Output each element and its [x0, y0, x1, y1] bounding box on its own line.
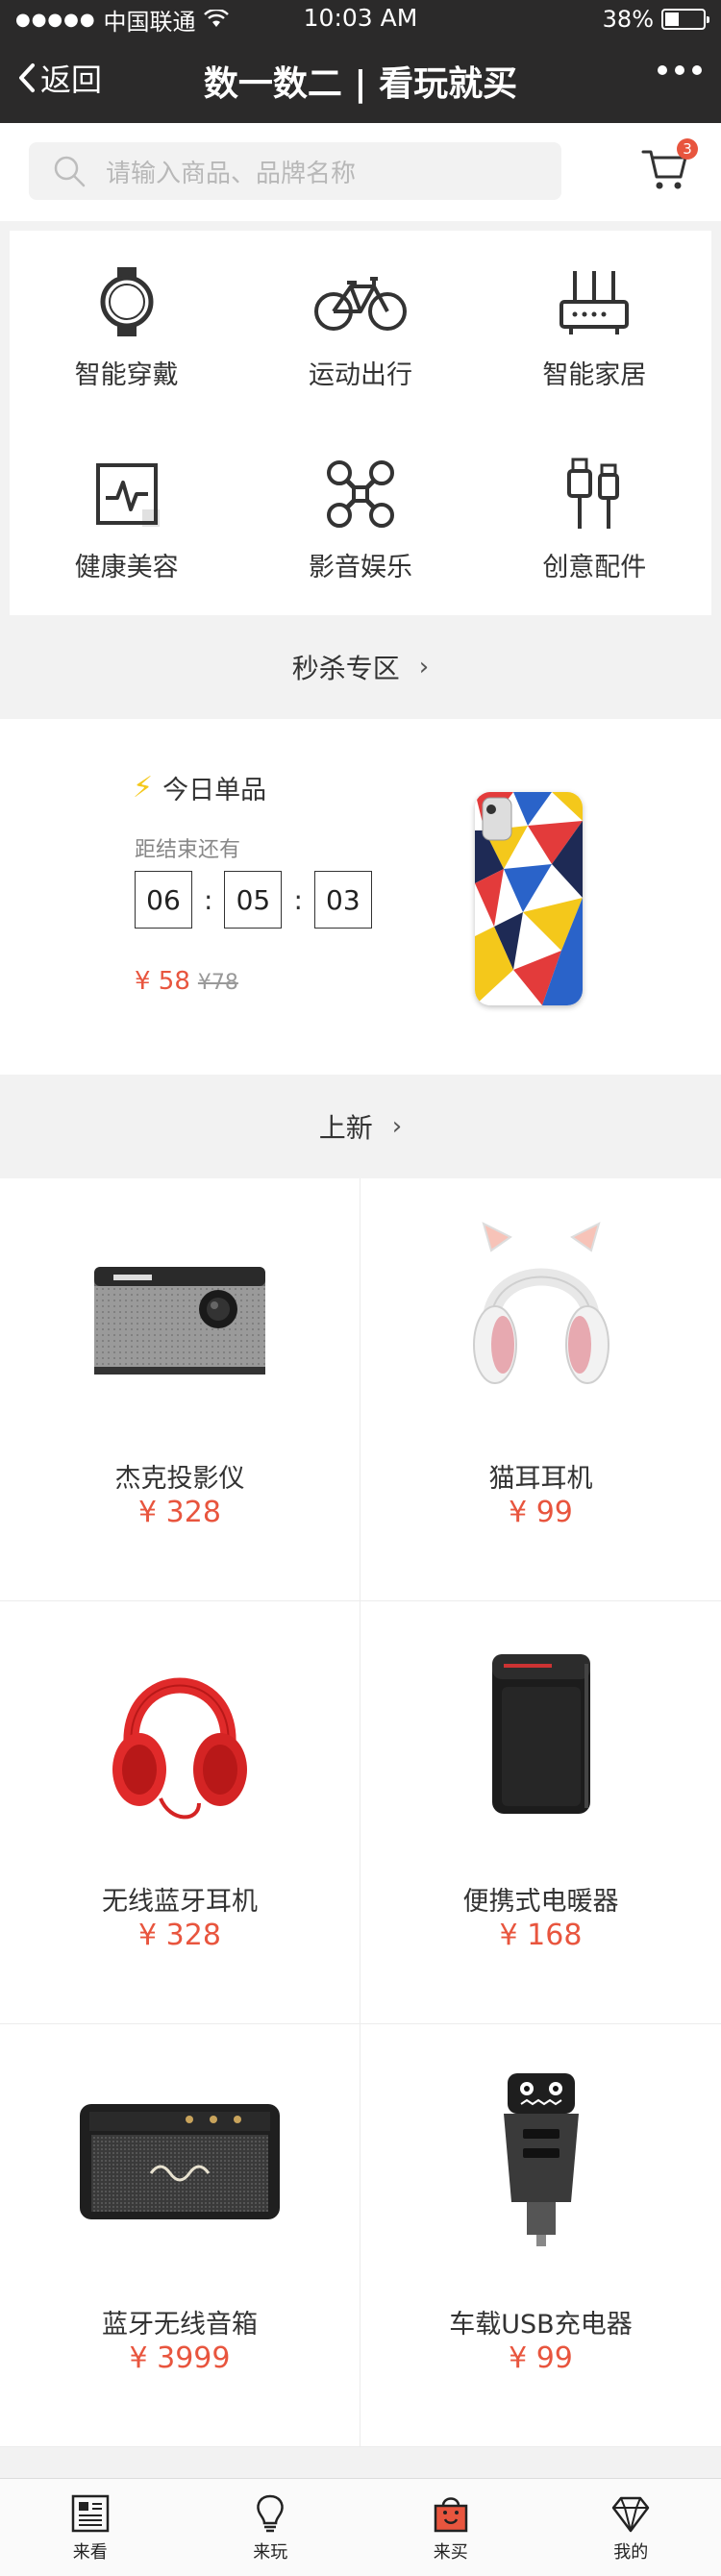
usb-cable-icon [567, 458, 620, 529]
heater-image [435, 1640, 647, 1832]
flash-sale-header[interactable]: 秒杀专区 › [0, 615, 721, 719]
category-smart-wear[interactable]: 智能穿戴 [10, 231, 243, 423]
tab-look[interactable]: 来看 [0, 2479, 181, 2576]
product-name: 猫耳耳机 [488, 1464, 593, 1494]
phone-case-image [475, 792, 583, 1005]
flash-item-title-row: ⚡ 今日单品 [133, 769, 266, 806]
tab-buy[interactable]: 来买 [360, 2479, 541, 2576]
category-label: 创意配件 [542, 552, 647, 582]
product-card[interactable]: 车载USB充电器 ¥ 99 [360, 2024, 721, 2447]
more-dot-icon [658, 65, 667, 75]
drone-icon [326, 459, 394, 528]
product-price: ¥ 328 [138, 1496, 221, 1529]
countdown-separator: : [204, 883, 213, 916]
nav-bar: 返回 数一数二 | 看玩就买 [0, 38, 721, 123]
search-bar: 请输入商品、品牌名称 3 [0, 123, 721, 221]
category-label: 运动出行 [308, 359, 412, 390]
flash-sale-card[interactable]: ⚡ 今日单品 距结束还有 06 : 05 : 03 ¥ 58 ¥78 [0, 719, 721, 1075]
product-name: 无线蓝牙耳机 [102, 1887, 258, 1917]
status-bar: ●●●●● 中国联通 10:03 AM 38% [0, 0, 721, 38]
flash-sale-title: 秒杀专区 [291, 653, 400, 684]
car-charger-image [435, 2063, 647, 2255]
shopping-bag-icon [434, 2496, 467, 2532]
chevron-right-icon: › [391, 1112, 403, 1141]
countdown-timer: 06 : 05 : 03 [135, 871, 372, 929]
product-name: 杰克投影仪 [114, 1464, 245, 1494]
cart-badge: 3 [677, 138, 698, 160]
product-price: ¥ 3999 [129, 2341, 231, 2375]
product-price: ¥ 328 [138, 1919, 221, 1952]
more-button[interactable] [658, 65, 702, 75]
smartwatch-icon [100, 266, 154, 336]
category-label: 智能家居 [542, 359, 647, 390]
category-label: 影音娱乐 [308, 552, 412, 582]
countdown-minutes: 05 [224, 871, 283, 929]
product-card[interactable]: 杰克投影仪 ¥ 328 [0, 1178, 360, 1601]
category-health[interactable]: 健康美容 [10, 423, 243, 615]
top-bar: ●●●●● 中国联通 10:03 AM 38% 返回 数一数二 | 看玩就买 [0, 0, 721, 123]
tab-mine[interactable]: 我的 [541, 2479, 721, 2576]
countdown-seconds: 03 [313, 871, 372, 929]
product-price: ¥ 99 [509, 1496, 573, 1529]
product-card[interactable]: 猫耳耳机 ¥ 99 [360, 1178, 721, 1601]
category-sports[interactable]: 运动出行 [243, 231, 477, 423]
product-price: ¥ 168 [499, 1919, 583, 1952]
projector-image [74, 1217, 286, 1409]
speaker-image [74, 2063, 286, 2255]
tab-bar: 来看 来玩 来买 我的 [0, 2478, 721, 2576]
product-card[interactable]: 蓝牙无线音箱 ¥ 3999 [0, 2024, 360, 2447]
red-headphones-image [74, 1640, 286, 1832]
battery-fill [665, 12, 680, 26]
more-dot-icon [675, 65, 684, 75]
category-label: 健康美容 [74, 552, 179, 582]
tab-label: 来看 [72, 2541, 108, 2563]
tab-label: 我的 [613, 2541, 649, 2563]
product-name: 便携式电暖器 [462, 1887, 619, 1917]
battery-icon [661, 9, 709, 30]
search-input[interactable]: 请输入商品、品牌名称 [29, 142, 561, 200]
page-title: 数一数二 | 看玩就买 [203, 64, 518, 104]
diamond-icon [612, 2496, 650, 2532]
product-price: ¥ 99 [509, 2341, 573, 2375]
chevron-right-icon: › [418, 653, 430, 681]
countdown-hours: 06 [135, 871, 192, 929]
product-name: 蓝牙无线音箱 [102, 2310, 258, 2340]
cart-button[interactable]: 3 [640, 138, 698, 194]
phone-case-pattern [475, 792, 583, 1005]
search-icon [54, 156, 86, 187]
status-time: 10:03 AM [303, 4, 418, 32]
product-card[interactable]: 无线蓝牙耳机 ¥ 328 [0, 1601, 360, 2024]
news-icon [71, 2494, 109, 2532]
lightning-icon: ⚡ [133, 771, 154, 805]
lightbulb-icon [257, 2494, 284, 2532]
category-accessories[interactable]: 创意配件 [478, 423, 711, 615]
back-label: 返回 [40, 62, 103, 98]
flash-price: ¥ 58 ¥78 [135, 967, 238, 996]
flash-price-old: ¥78 [197, 971, 238, 995]
countdown-label: 距结束还有 [135, 838, 241, 862]
category-smart-home[interactable]: 智能家居 [478, 231, 711, 423]
more-dot-icon [692, 65, 702, 75]
health-monitor-icon [95, 462, 160, 527]
flash-item-title: 今日单品 [162, 776, 267, 805]
chevron-left-icon [19, 63, 35, 92]
tab-label: 来玩 [253, 2541, 288, 2563]
product-grid: 杰克投影仪 ¥ 328 猫耳耳机 ¥ 99 无线蓝牙耳机 ¥ 328 便携式电暖… [0, 1178, 721, 2447]
countdown-separator: : [293, 883, 303, 916]
category-entertainment[interactable]: 影音娱乐 [243, 423, 477, 615]
category-grid: 智能穿戴 运动出行 智能家居 健康美容 影音娱乐 创意配件 [10, 231, 711, 615]
flash-price-now: ¥ 58 [135, 967, 190, 996]
category-label: 智能穿戴 [74, 359, 179, 390]
new-arrivals-title: 上新 [318, 1112, 373, 1144]
tab-play[interactable]: 来玩 [181, 2479, 361, 2576]
router-icon [559, 270, 630, 334]
product-name: 车载USB充电器 [449, 2310, 633, 2340]
back-button[interactable]: 返回 [17, 56, 102, 100]
bicycle-icon [313, 276, 407, 331]
cat-ear-headphones-image [435, 1217, 647, 1409]
tab-label: 来买 [433, 2541, 468, 2563]
product-card[interactable]: 便携式电暖器 ¥ 168 [360, 1601, 721, 2024]
search-placeholder: 请输入商品、品牌名称 [106, 159, 357, 188]
new-arrivals-header[interactable]: 上新 › [0, 1075, 721, 1178]
